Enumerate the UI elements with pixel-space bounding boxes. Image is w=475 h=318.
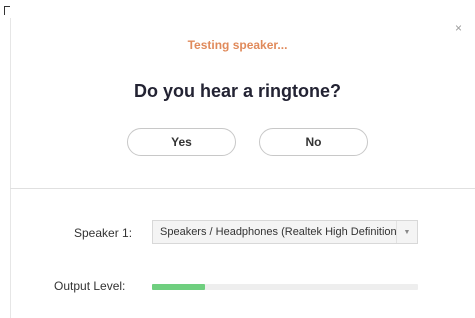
window-left-border: [10, 18, 11, 318]
speaker-select-value: Speakers / Headphones (Realtek High Defi…: [160, 226, 396, 238]
yes-button[interactable]: Yes: [127, 128, 236, 156]
close-icon[interactable]: ×: [455, 22, 462, 34]
no-button[interactable]: No: [259, 128, 368, 156]
speaker-select[interactable]: Speakers / Headphones (Realtek High Defi…: [152, 220, 418, 244]
status-text: Testing speaker...: [187, 38, 288, 52]
output-level-fill: [152, 284, 206, 290]
window-corner-mark: [4, 6, 10, 15]
section-divider: [10, 188, 475, 189]
question-heading: Do you hear a ringtone?: [133, 81, 342, 101]
output-level-label: Output Level:: [54, 279, 126, 293]
chevron-down-icon[interactable]: ▼: [396, 221, 417, 243]
output-level-meter: [152, 284, 418, 290]
speaker-label: Speaker 1:: [74, 226, 133, 240]
